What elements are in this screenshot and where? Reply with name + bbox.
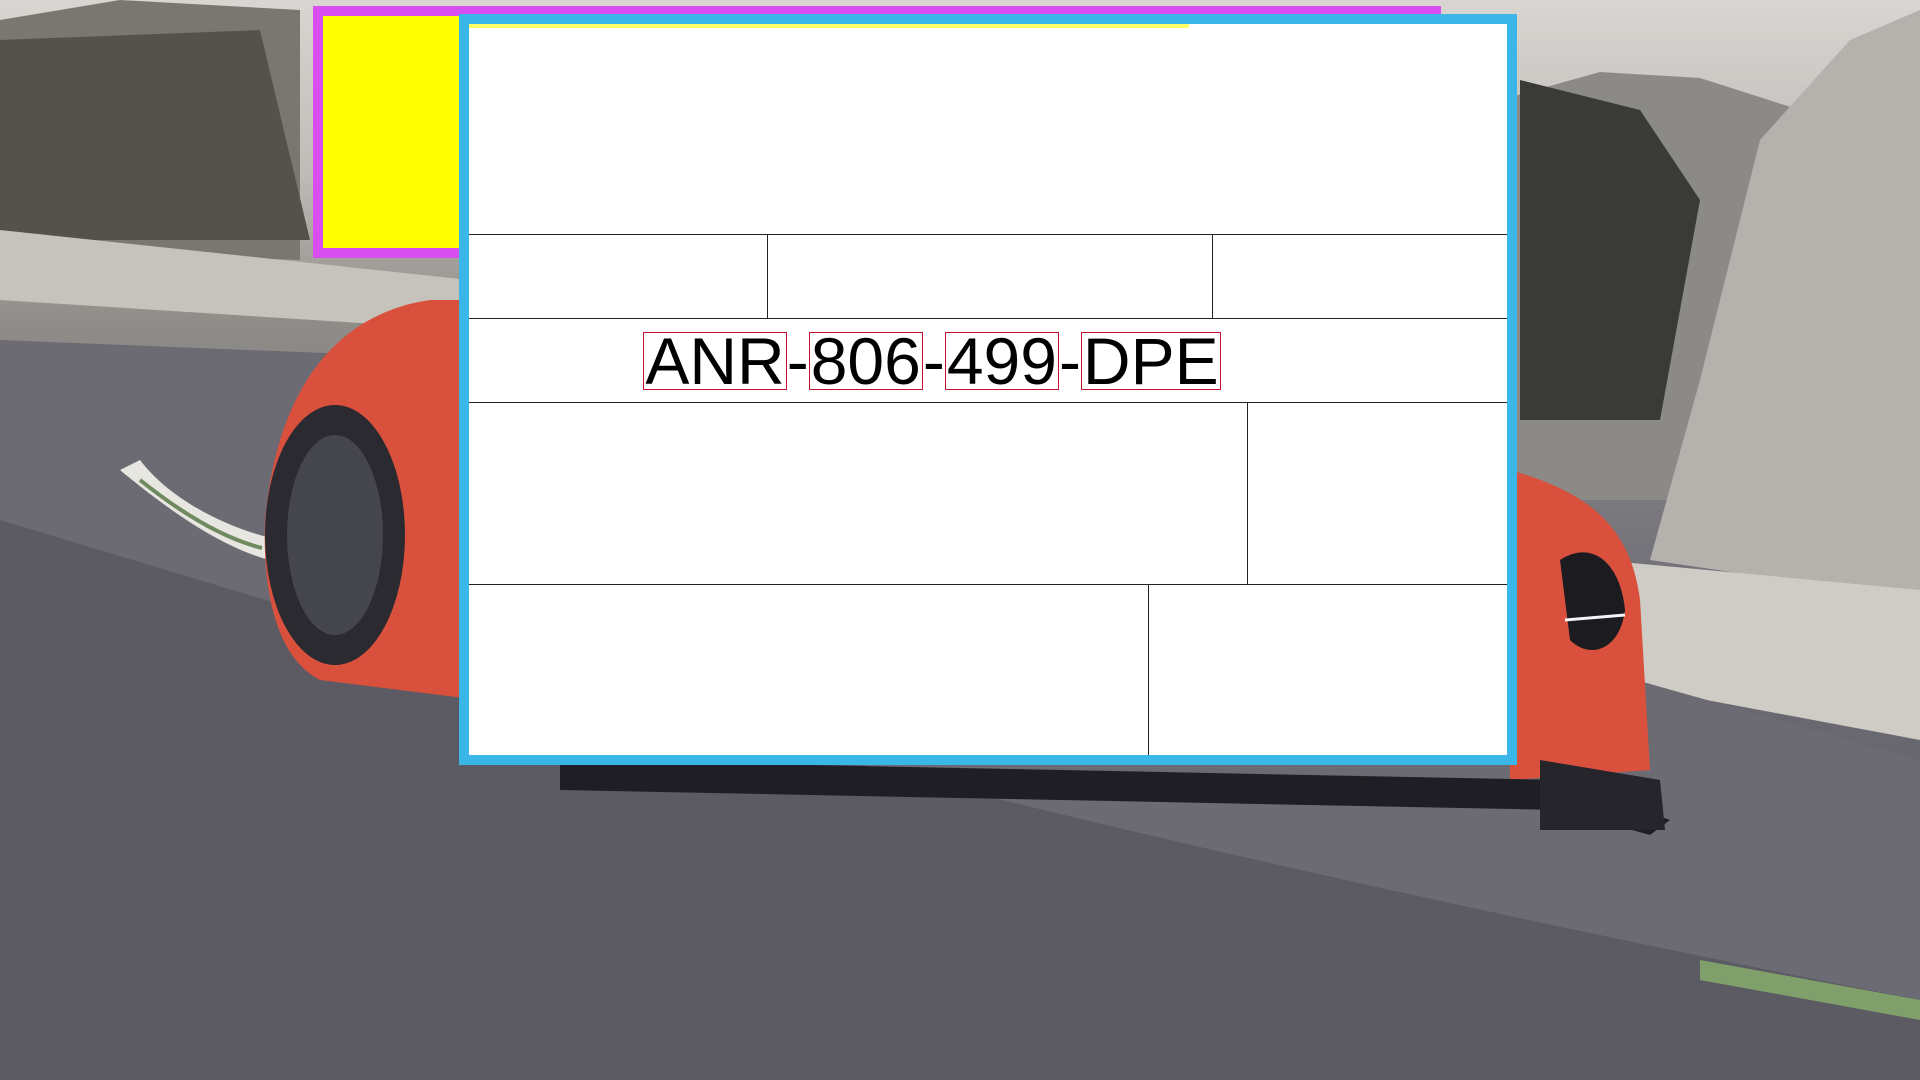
row3-cell-left[interactable]	[469, 403, 1247, 584]
plate-segment-1: ANR	[643, 324, 787, 398]
plate-separator: -	[922, 324, 945, 398]
row4-cell-right[interactable]	[1149, 585, 1507, 755]
plate-segment-3: 499	[944, 324, 1059, 398]
plate-separator: -	[1058, 324, 1081, 398]
row3-cell-right[interactable]	[1248, 403, 1507, 584]
row4-cell-left[interactable]	[469, 585, 1148, 755]
row1-cell-right[interactable]	[1213, 235, 1507, 318]
header-cell[interactable]	[469, 24, 1507, 234]
row1-cell-left[interactable]	[469, 235, 767, 318]
document-window[interactable]: ANR - 806 - 499 - DPE	[459, 14, 1517, 765]
plate-number: ANR - 806 - 499 - DPE	[643, 324, 1221, 398]
plate-separator: -	[786, 324, 809, 398]
row1-cell-middle[interactable]	[768, 235, 1212, 318]
plate-segment-4: DPE	[1080, 324, 1221, 398]
plate-segment-2: 806	[808, 324, 923, 398]
plate-number-row: ANR - 806 - 499 - DPE	[469, 319, 1507, 403]
